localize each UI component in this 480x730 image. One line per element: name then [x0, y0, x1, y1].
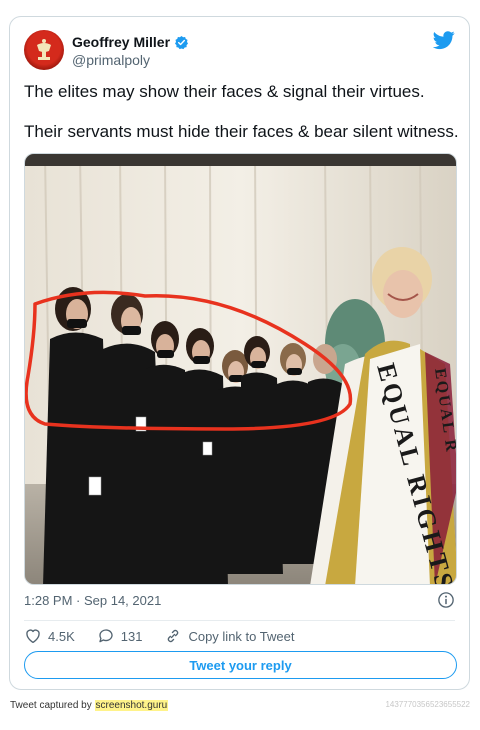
verified-badge-icon: [175, 35, 189, 49]
twitter-bird-icon[interactable]: [433, 29, 455, 51]
photo-illustration: EQUAL RIGHTS EQUAL R: [25, 154, 456, 584]
tweet-text-line-2: Their servants must hide their faces & b…: [24, 122, 459, 141]
reply-icon: [99, 629, 113, 643]
copy-link-label: Copy link to Tweet: [188, 628, 295, 644]
avatar-logo-icon: [37, 39, 51, 60]
reply-action[interactable]: 131: [97, 627, 143, 645]
link-icon: [168, 629, 179, 643]
avatar[interactable]: [24, 30, 64, 70]
tweet-card: Geoffrey Miller @primalpoly The elites m…: [9, 16, 470, 690]
like-action[interactable]: 4.5K: [24, 627, 75, 645]
tweet-id: 1437770356523655522: [385, 700, 470, 709]
footer-prefix: Tweet captured by: [10, 700, 95, 711]
reply-count: 131: [120, 628, 143, 644]
heart-icon: [26, 629, 40, 644]
info-icon[interactable]: [437, 591, 455, 609]
capture-footer: Tweet captured by screenshot.guru: [10, 700, 169, 711]
footer-brand-link[interactable]: screenshot.guru: [94, 700, 169, 711]
tweet-text-line-1: The elites may show their faces & signal…: [24, 82, 425, 101]
tweet-photo[interactable]: EQUAL RIGHTS EQUAL R: [24, 153, 457, 585]
tweet-timestamp[interactable]: 1:28 PM · Sep 14, 2021: [24, 593, 161, 608]
like-count: 4.5K: [48, 628, 75, 644]
tweet-your-reply-button[interactable]: Tweet your reply: [24, 651, 457, 679]
copy-link-action[interactable]: Copy link to Tweet: [164, 627, 294, 645]
author-handle[interactable]: @primalpoly: [72, 52, 150, 68]
tweet-actions: 4.5K 131 Copy link to Tweet: [24, 627, 316, 645]
author-name[interactable]: Geoffrey Miller: [72, 34, 170, 50]
divider: [24, 620, 455, 621]
